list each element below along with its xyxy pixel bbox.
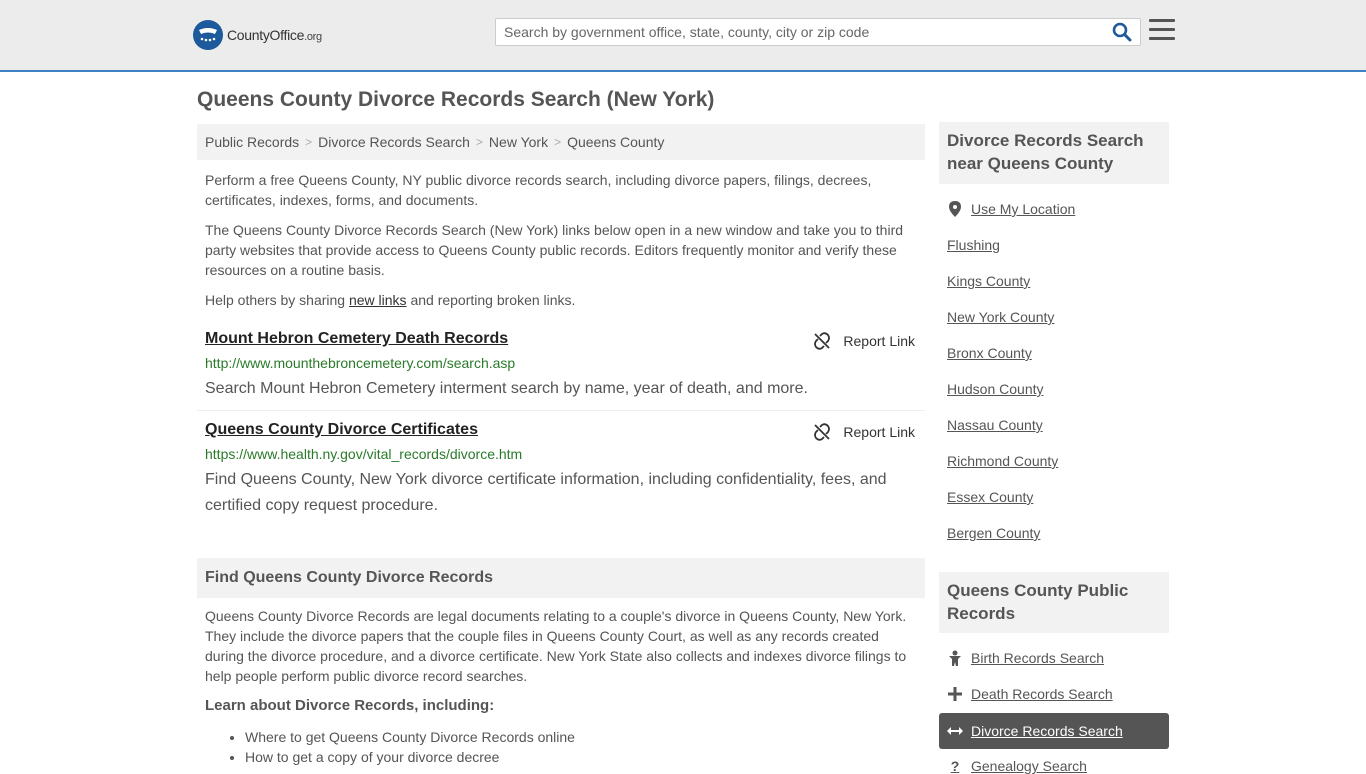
report-link-button[interactable]: Report Link xyxy=(813,423,915,441)
chevron-right-icon: > xyxy=(475,135,483,149)
logo-badge-icon xyxy=(193,20,223,50)
find-records-heading: Find Queens County Divorce Records xyxy=(197,558,925,598)
birth-records-search-link[interactable]: Birth Records Search xyxy=(947,650,1104,666)
search-bar xyxy=(495,18,1141,46)
breadcrumb: Public Records > Divorce Records Search … xyxy=(197,124,925,160)
nearby-link-hudson-county[interactable]: Hudson County xyxy=(947,381,1044,397)
list-item: How to get a copy of your divorce decree xyxy=(245,747,575,767)
result-item: Queens County Divorce Certificates Repor… xyxy=(197,421,925,521)
report-link-label: Report Link xyxy=(843,424,915,440)
intro-paragraph-3: Help others by sharing new links and rep… xyxy=(205,290,910,310)
learn-heading: Learn about Divorce Records, including: xyxy=(205,697,495,714)
site-logo[interactable]: CountyOffice.org xyxy=(193,20,322,50)
nearby-link-flushing[interactable]: Flushing xyxy=(947,237,1000,253)
broken-link-icon xyxy=(814,332,831,350)
new-links-link[interactable]: new links xyxy=(349,292,407,308)
cross-icon xyxy=(947,687,963,701)
nearby-link-bronx-county[interactable]: Bronx County xyxy=(947,345,1032,361)
hamburger-menu-icon[interactable] xyxy=(1149,19,1175,43)
use-my-location-link[interactable]: Use My Location xyxy=(947,201,1075,217)
nearby-link-bergen-county[interactable]: Bergen County xyxy=(947,525,1040,541)
list-item: Where to get Queens County Divorce Recor… xyxy=(245,727,575,747)
breadcrumb-queens-county[interactable]: Queens County xyxy=(567,134,664,150)
search-input[interactable] xyxy=(496,19,1106,45)
nearby-link-richmond-county[interactable]: Richmond County xyxy=(947,453,1058,469)
page-title: Queens County Divorce Records Search (Ne… xyxy=(197,88,715,111)
result-url[interactable]: https://www.health.ny.gov/vital_records/… xyxy=(205,446,522,462)
divorce-records-search-link-active[interactable]: Divorce Records Search xyxy=(939,713,1169,749)
baby-icon xyxy=(947,650,963,666)
report-link-button[interactable]: Report Link xyxy=(813,332,915,350)
chevron-right-icon: > xyxy=(554,135,562,149)
death-records-label: Death Records Search xyxy=(971,686,1113,702)
arrows-icon xyxy=(947,726,963,736)
broken-link-icon xyxy=(814,423,831,441)
intro-paragraph-2: The Queens County Divorce Records Search… xyxy=(205,222,904,278)
result-divider xyxy=(197,410,925,411)
intro-text: and reporting broken links. xyxy=(406,292,576,308)
breadcrumb-public-records[interactable]: Public Records xyxy=(205,134,299,150)
nearby-link-nassau-county[interactable]: Nassau County xyxy=(947,417,1043,433)
nearby-link-essex-county[interactable]: Essex County xyxy=(947,489,1033,505)
report-link-label: Report Link xyxy=(843,333,915,349)
map-pin-icon xyxy=(947,201,963,217)
breadcrumb-divorce-records-search[interactable]: Divorce Records Search xyxy=(318,134,470,150)
result-title-link[interactable]: Mount Hebron Cemetery Death Records xyxy=(205,330,508,348)
learn-list: Where to get Queens County Divorce Recor… xyxy=(245,727,575,767)
result-url[interactable]: http://www.mounthebroncemetery.com/searc… xyxy=(205,355,515,371)
breadcrumb-new-york[interactable]: New York xyxy=(489,134,548,150)
intro-paragraph-1: Perform a free Queens County, NY public … xyxy=(205,172,872,208)
genealogy-label: Genealogy Search xyxy=(971,758,1087,774)
birth-records-label: Birth Records Search xyxy=(971,650,1105,666)
chevron-right-icon: > xyxy=(305,135,313,149)
intro-text: Help others by sharing xyxy=(205,292,349,308)
public-records-heading: Queens County Public Records xyxy=(939,572,1169,633)
death-records-search-link[interactable]: Death Records Search xyxy=(947,686,1113,702)
logo-text: CountyOffice.org xyxy=(227,27,322,43)
top-header: CountyOffice.org xyxy=(0,0,1366,72)
result-description: Find Queens County, New York divorce cer… xyxy=(205,471,887,514)
nearby-heading: Divorce Records Search near Queens Count… xyxy=(939,122,1169,184)
genealogy-search-link[interactable]: ? Genealogy Search xyxy=(947,758,1087,774)
search-icon[interactable] xyxy=(1112,22,1134,42)
divorce-records-label: Divorce Records Search xyxy=(971,723,1123,739)
result-item: Mount Hebron Cemetery Death Records Repo… xyxy=(197,330,925,405)
result-description: Search Mount Hebron Cemetery interment s… xyxy=(205,380,808,397)
nearby-link-kings-county[interactable]: Kings County xyxy=(947,273,1030,289)
question-icon: ? xyxy=(950,758,960,774)
result-title-link[interactable]: Queens County Divorce Certificates xyxy=(205,421,478,439)
find-records-body: Queens County Divorce Records are legal … xyxy=(205,608,907,684)
nearby-link-new-york-county[interactable]: New York County xyxy=(947,309,1054,325)
use-my-location-label: Use My Location xyxy=(971,201,1076,217)
